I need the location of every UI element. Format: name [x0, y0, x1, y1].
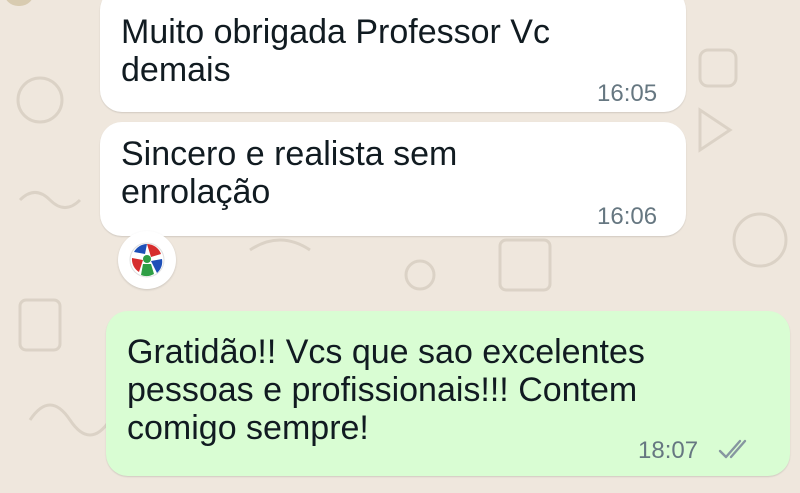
- message-text: Sincero e realista sem enrolação: [121, 135, 458, 211]
- colorful-ball-emoji-icon: [129, 242, 165, 278]
- message-timestamp: 16:05: [597, 80, 658, 107]
- message-timestamp: 16:06: [597, 203, 658, 230]
- incoming-message-bubble[interactable]: Muito obrigada Professor Vc demais 16:05: [100, 0, 686, 112]
- outgoing-message-bubble[interactable]: Gratidão!! Vcs que sao excelentes pessoa…: [106, 311, 790, 476]
- message-text: Gratidão!! Vcs que sao excelentes pessoa…: [127, 333, 645, 447]
- incoming-message-bubble[interactable]: Sincero e realista sem enrolação 16:06: [100, 122, 686, 236]
- message-timestamp: 18:07: [638, 437, 699, 464]
- message-text: Muito obrigada Professor Vc demais: [121, 13, 550, 89]
- message-reaction[interactable]: [118, 231, 176, 289]
- read-double-check-icon: [718, 439, 747, 459]
